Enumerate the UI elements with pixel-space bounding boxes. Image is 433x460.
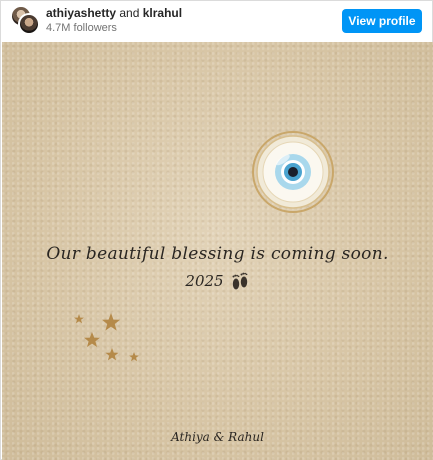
view-profile-button[interactable]: View profile	[342, 9, 422, 33]
avatar[interactable]	[18, 13, 40, 35]
followers-count: 4.7M followers	[46, 22, 117, 34]
evil-eye-icon	[252, 131, 334, 213]
post-image[interactable]: Our beautiful blessing is coming soon. 2…	[2, 42, 433, 460]
baby-feet-icon	[232, 272, 247, 290]
year-row: 2025	[2, 270, 433, 292]
post-year: 2025	[185, 272, 224, 290]
account-names: athiyashetty and klrahul 4.7M followers	[46, 6, 182, 34]
username-conjunction: and	[119, 6, 140, 20]
avatar-group[interactable]	[10, 5, 40, 35]
username-link[interactable]: klrahul	[143, 6, 182, 20]
post-header: athiyashetty and klrahul 4.7M followers …	[1, 1, 432, 41]
stars-icon	[74, 313, 139, 362]
post-signature: Athiya & Rahul	[171, 430, 264, 444]
instagram-embed: athiyashetty and klrahul 4.7M followers …	[0, 0, 433, 460]
username-link[interactable]: athiyashetty	[46, 6, 116, 20]
post-message: Our beautiful blessing is coming soon.	[46, 244, 389, 264]
